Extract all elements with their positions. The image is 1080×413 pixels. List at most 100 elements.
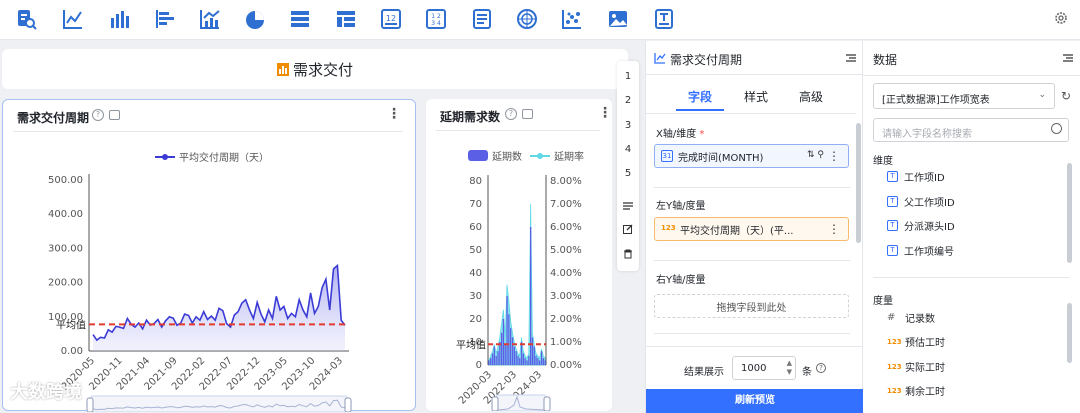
zoom-slider [90, 395, 348, 412]
horizontal-bar-chart-icon[interactable] [154, 8, 176, 30]
expand-icon[interactable] [522, 109, 533, 119]
active-tab-indicator [676, 109, 724, 111]
chart-card-delayed-demand[interactable]: 延期需求数 ? ⋮ 延期数 延期率 80 70 60 50 40 30 20 10 0 8.00%… [426, 99, 612, 411]
line-chart-icon [654, 53, 666, 64]
field-search-input[interactable]: 请输入字段名称搜索 [873, 118, 1069, 142]
layer-toolbar: 1 2 3 4 5 [617, 61, 639, 271]
dimension-item[interactable]: T 分派源头ID [887, 218, 955, 233]
chart-card-delivery-cycle[interactable]: 需求交付周期 ? ⋮ 平均交付周期（天） 500.00 400.00 300.00 2… [2, 99, 416, 412]
y-right-tick-label: 4.00% [550, 268, 582, 279]
y-left-tick-label: 50 [469, 245, 482, 256]
legend-area-label: 延期率 [554, 150, 584, 163]
zoom-handle-left [491, 396, 499, 411]
edit-icon[interactable] [623, 224, 633, 234]
bar-chart-icon[interactable] [108, 8, 130, 30]
right-y-dropzone[interactable]: 拖拽字段到此处 [654, 294, 849, 318]
bar [537, 358, 539, 365]
chart-type-toolbar: 12 1 23 4 [0, 0, 1080, 40]
scrollbar[interactable] [1067, 163, 1072, 263]
dashboard-title-bar: 需求交付 [2, 49, 628, 89]
layer-4[interactable]: 4 [617, 144, 639, 155]
multi-kpi-icon[interactable]: 1 23 4 [425, 8, 447, 30]
help-icon[interactable]: ? [92, 109, 104, 121]
count-field-icon: # [887, 312, 896, 323]
bar [504, 344, 506, 365]
data-report-icon[interactable] [15, 8, 37, 30]
dimension-item[interactable]: T 工作项ID [887, 169, 945, 184]
refresh-preview-button[interactable]: 刷新预览 [646, 389, 864, 413]
collapse-icon[interactable] [846, 53, 856, 63]
y-left-tick-label: 30 [469, 291, 482, 302]
text-list-icon[interactable] [471, 8, 493, 30]
help-icon[interactable]: ? [816, 363, 826, 373]
divider [654, 333, 850, 334]
tab-advanced[interactable]: 高级 [799, 88, 823, 105]
scatter-chart-icon[interactable] [561, 8, 583, 30]
line-chart-icon[interactable] [62, 8, 84, 30]
dimension-name: 父工作项ID [904, 198, 955, 209]
scrollbar[interactable] [1067, 303, 1072, 363]
layer-2[interactable]: 2 [617, 95, 639, 106]
rich-text-icon[interactable] [653, 8, 675, 30]
refresh-icon[interactable]: ↻ [1061, 89, 1071, 103]
tab-style[interactable]: 样式 [744, 88, 768, 105]
image-icon[interactable] [607, 8, 629, 30]
bar [524, 358, 526, 365]
align-icon[interactable] [623, 201, 633, 211]
config-tabs: 字段 样式 高级 [646, 81, 856, 111]
bar [526, 360, 528, 365]
dimension-name: 工作项ID [904, 173, 945, 184]
bar [542, 358, 544, 365]
dimension-item[interactable]: T 工作项编号 [887, 243, 954, 258]
layer-3[interactable]: 3 [617, 120, 639, 131]
y-right-tick-label: 6.00% [550, 222, 582, 233]
measure-item[interactable]: 123 剩余工时 [887, 383, 945, 399]
measure-item[interactable]: 123 预估工时 [887, 334, 945, 350]
y-tick-label: 500.00 [48, 175, 83, 186]
dimension-item[interactable]: T 父工作项ID [887, 194, 955, 209]
collapse-icon[interactable] [1063, 53, 1073, 63]
tab-fields[interactable]: 字段 [688, 88, 712, 105]
pivot-table-icon[interactable] [335, 8, 357, 30]
measure-item[interactable]: 123 实际工时 [887, 359, 945, 375]
delete-icon[interactable] [623, 249, 633, 259]
pie-chart-icon[interactable] [244, 8, 266, 30]
sort-filter-icons[interactable]: ⇅ ⚲ [807, 150, 824, 160]
measure-item[interactable]: # 记录数 [887, 310, 935, 325]
layer-5[interactable]: 5 [617, 168, 639, 179]
data-source-select[interactable]: [正式数据源]工作项宽表 ⌄ [873, 83, 1055, 109]
bar [510, 328, 512, 365]
layer-1[interactable]: 1 [617, 71, 639, 82]
more-icon[interactable]: ⋮ [828, 149, 840, 163]
left-y-field[interactable]: 123 平均交付周期（天）(平... ⋮ [654, 217, 849, 241]
divider [654, 260, 850, 261]
x-axis-label: X轴/维度 * [656, 125, 704, 140]
y-right-tick-label: 0.00% [550, 360, 582, 371]
y-left-tick-label: 20 [469, 314, 482, 325]
bar [490, 358, 492, 365]
bar [493, 346, 495, 365]
scrollbar[interactable] [856, 123, 861, 243]
kpi-number-icon[interactable]: 12 [380, 8, 402, 30]
table-icon[interactable] [289, 8, 311, 30]
chevron-down-icon: ⌄ [1038, 90, 1046, 100]
chart-title: 延期需求数 [440, 110, 501, 124]
expand-icon[interactable] [109, 110, 120, 120]
x-axis-field[interactable]: 31 完成时间(MONTH) ⇅ ⚲ ⋮ [654, 144, 849, 168]
combo-chart-icon[interactable] [199, 8, 221, 30]
bar [520, 342, 523, 365]
gear-icon[interactable] [1054, 11, 1068, 25]
help-icon[interactable]: ? [505, 108, 517, 120]
bar [522, 353, 524, 365]
result-label: 结果展示 [684, 367, 724, 378]
more-icon[interactable]: ⋮ [828, 222, 840, 236]
more-icon[interactable]: ⋮ [598, 105, 612, 121]
number-field-icon: 123 [661, 224, 676, 232]
stepper-arrows[interactable]: ▲ ▼ [787, 359, 792, 377]
result-count-input[interactable]: 1000 ▲ ▼ [732, 356, 796, 380]
bar [499, 342, 501, 365]
more-icon[interactable]: ⋮ [387, 106, 401, 122]
measure-name: 剩余工时 [905, 387, 945, 398]
average-label: 平均值 [56, 318, 86, 331]
radar-chart-icon[interactable] [516, 8, 538, 30]
